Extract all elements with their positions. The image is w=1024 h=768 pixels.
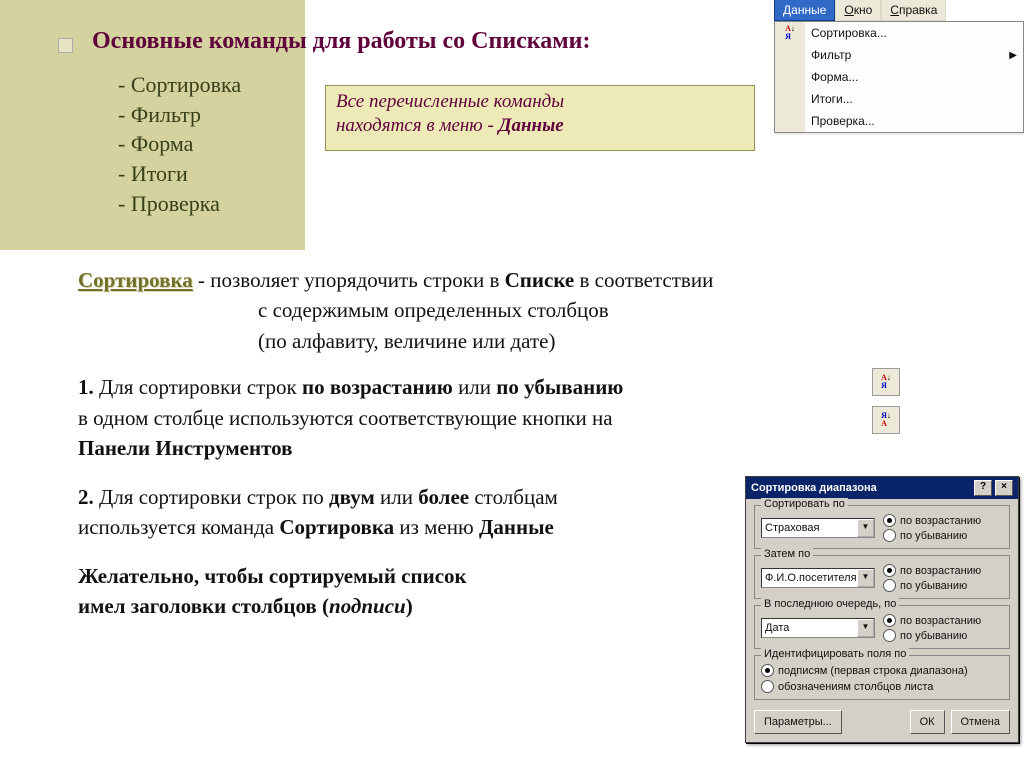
list-item: - Фильтр xyxy=(118,100,241,130)
radio-asc-3[interactable]: по возрастанию xyxy=(883,614,981,627)
ok-button[interactable]: ОК xyxy=(910,710,945,734)
menubar-item-help[interactable]: Справка xyxy=(881,0,946,21)
menubar-item-window[interactable]: Окно xyxy=(835,0,881,21)
menubar: Данные Окно Справка xyxy=(774,0,1024,21)
sort-field-3[interactable]: Дата▼ xyxy=(761,618,875,638)
menu-item-filter[interactable]: Фильтр▶ xyxy=(805,44,1023,66)
title-bullet xyxy=(58,38,73,53)
list-item: - Сортировка xyxy=(118,70,241,100)
menu-item-sort[interactable]: Сортировка... xyxy=(805,22,1023,44)
menu-item-form[interactable]: Форма... xyxy=(805,66,1023,88)
dialog-buttons: Параметры... ОК Отмена xyxy=(754,706,1010,734)
identify-group: Идентифицировать поля по подписям (перва… xyxy=(754,655,1010,700)
menu-screenshot: Данные Окно Справка А↓Я Сортировка... Фи… xyxy=(774,0,1024,133)
help-button[interactable]: ? xyxy=(974,480,992,496)
content-area: Сортировка - позволяет упорядочить строк… xyxy=(78,265,778,621)
radio-asc-1[interactable]: по возрастанию xyxy=(883,514,981,527)
note-box: Все перечисленные команды находятся в ме… xyxy=(325,85,755,151)
sort-group-1: Сортировать по Страховая▼ по возрастанию… xyxy=(754,505,1010,549)
command-list: - Сортировка - Фильтр - Форма - Итоги - … xyxy=(118,70,241,218)
cancel-button[interactable]: Отмена xyxy=(951,710,1010,734)
dialog-body: Сортировать по Страховая▼ по возрастанию… xyxy=(746,499,1018,742)
menu-items: Сортировка... Фильтр▶ Форма... Итоги... … xyxy=(805,22,1023,132)
sort-field-1[interactable]: Страховая▼ xyxy=(761,518,875,538)
list-item: - Итоги xyxy=(118,159,241,189)
list-item: - Проверка xyxy=(118,189,241,219)
note-line2: находятся в меню - Данные xyxy=(336,114,744,138)
radio-desc-1[interactable]: по убыванию xyxy=(883,529,981,542)
radio-asc-2[interactable]: по возрастанию xyxy=(883,564,981,577)
radio-by-columns[interactable]: обозначениям столбцов листа xyxy=(761,680,1003,693)
dropdown-icon: ▼ xyxy=(857,519,874,537)
dropdown-icon: ▼ xyxy=(857,569,874,587)
menu-item-totals[interactable]: Итоги... xyxy=(805,88,1023,110)
dialog-titlebar: Сортировка диапазона ? × xyxy=(746,477,1018,499)
submenu-arrow-icon: ▶ xyxy=(1009,50,1017,61)
radio-by-labels[interactable]: подписям (первая строка диапазона) xyxy=(761,664,1003,677)
sort-asc-icon: А↓Я xyxy=(785,25,795,41)
sort-field-2[interactable]: Ф.И.О.посетителя▼ xyxy=(761,568,875,588)
radio-desc-3[interactable]: по убыванию xyxy=(883,629,981,642)
sort-asc-button[interactable]: А↓Я xyxy=(872,368,900,396)
dialog-title: Сортировка диапазона xyxy=(751,482,971,494)
close-button[interactable]: × xyxy=(995,480,1013,496)
sort-desc-button[interactable]: Я↓А xyxy=(872,406,900,434)
menu-icon-column: А↓Я xyxy=(775,22,805,132)
params-button[interactable]: Параметры... xyxy=(754,710,842,734)
list-item: - Форма xyxy=(118,129,241,159)
note-line1: Все перечисленные команды xyxy=(336,90,744,114)
radio-desc-2[interactable]: по убыванию xyxy=(883,579,981,592)
sort-group-2: Затем по Ф.И.О.посетителя▼ по возрастани… xyxy=(754,555,1010,599)
sort-toolbar-buttons: А↓Я Я↓А xyxy=(872,368,900,434)
sort-group-3: В последнюю очередь, по Дата▼ по возраст… xyxy=(754,605,1010,649)
sort-dialog: Сортировка диапазона ? × Сортировать по … xyxy=(745,476,1019,743)
menu-dropdown: А↓Я Сортировка... Фильтр▶ Форма... Итоги… xyxy=(774,21,1024,133)
page-title: Основные команды для работы со Списками: xyxy=(92,28,590,55)
menubar-item-data[interactable]: Данные xyxy=(774,0,835,21)
dropdown-icon: ▼ xyxy=(857,619,874,637)
menu-item-validate[interactable]: Проверка... xyxy=(805,110,1023,132)
sort-heading: Сортировка xyxy=(78,268,193,292)
